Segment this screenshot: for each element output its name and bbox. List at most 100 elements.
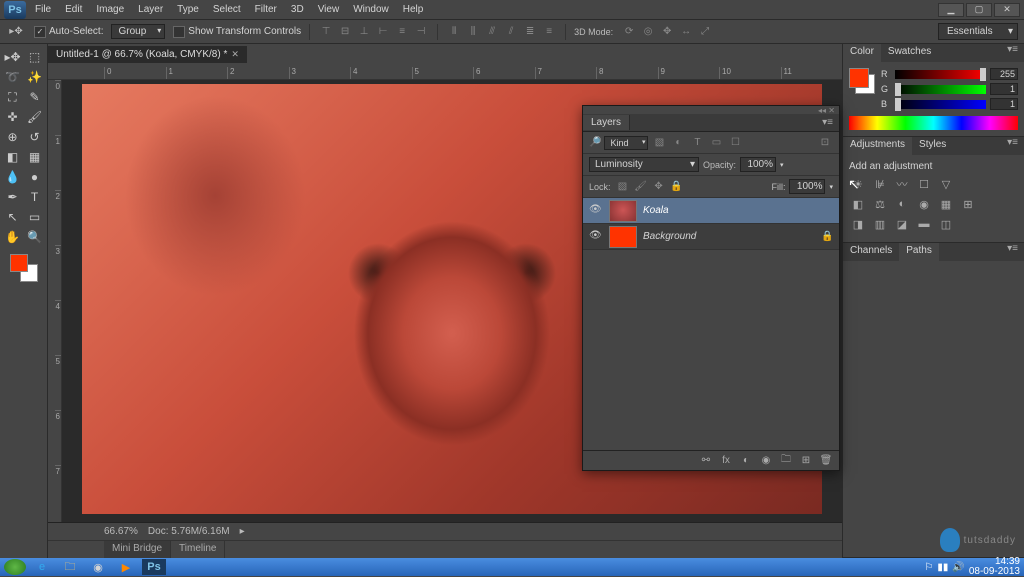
taskbar-explorer-icon[interactable]: 🗀: [58, 559, 82, 575]
menu-type[interactable]: Type: [170, 2, 206, 17]
adj-poster-icon[interactable]: ▥: [871, 216, 889, 232]
hand-tool[interactable]: ✋: [3, 228, 23, 246]
ruler-vertical[interactable]: 01234567: [48, 80, 62, 522]
taskbar-wmp-icon[interactable]: ▶: [114, 559, 138, 575]
tab-color[interactable]: Color: [843, 44, 881, 62]
tab-minibridge[interactable]: Mini Bridge: [104, 541, 171, 558]
doc-info-arrow[interactable]: ▸: [240, 526, 245, 537]
history-tool[interactable]: ↺: [25, 128, 45, 146]
tray-sound-icon[interactable]: 🔊: [952, 562, 964, 573]
distrib-4-icon[interactable]: ⫽: [503, 24, 519, 40]
group-icon[interactable]: 🗀: [779, 454, 793, 468]
panel-menu-icon[interactable]: ▾≡: [816, 117, 839, 128]
menu-window[interactable]: Window: [346, 2, 396, 17]
spectrum-bar[interactable]: [849, 116, 1018, 130]
adj-exposure-icon[interactable]: ☐: [915, 176, 933, 192]
menu-view[interactable]: View: [311, 2, 347, 17]
menu-layer[interactable]: Layer: [131, 2, 170, 17]
filter-pixel-icon[interactable]: ▧: [651, 135, 667, 151]
color-swatch[interactable]: [10, 254, 38, 282]
g-slider[interactable]: [895, 85, 986, 94]
doc-tab-active[interactable]: Untitled-1 @ 66.7% (Koala, CMYK/8) *✕: [48, 46, 247, 63]
filter-shape-icon[interactable]: ▭: [708, 135, 724, 151]
align-right-icon[interactable]: ⊣: [413, 24, 429, 40]
ruler-horizontal[interactable]: 01234567891011: [48, 64, 842, 80]
layer-thumb[interactable]: [609, 200, 637, 222]
adj-bw-icon[interactable]: ◐: [893, 196, 911, 212]
heal-tool[interactable]: ✜: [3, 108, 23, 126]
eyedropper-tool[interactable]: ✎: [25, 88, 45, 106]
fx-icon[interactable]: fx: [719, 454, 733, 468]
adj-levels-icon[interactable]: ⊯: [871, 176, 889, 192]
g-value[interactable]: 1: [990, 83, 1018, 95]
adj-mixer-icon[interactable]: ▦: [937, 196, 955, 212]
layer-thumb[interactable]: [609, 226, 637, 248]
lock-paint-icon[interactable]: 🖌: [633, 179, 649, 195]
adj-photo-icon[interactable]: ◉: [915, 196, 933, 212]
stamp-tool[interactable]: ⊕: [3, 128, 23, 146]
maximize-button[interactable]: ▢: [966, 3, 992, 17]
b-value[interactable]: 1: [990, 98, 1018, 110]
visibility-icon[interactable]: 👁: [589, 204, 603, 218]
taskbar-ps-icon[interactable]: Ps: [142, 559, 166, 575]
gradient-tool[interactable]: ▦: [25, 148, 45, 166]
adj-selective-icon[interactable]: ◫: [937, 216, 955, 232]
tab-adjustments[interactable]: Adjustments: [843, 137, 912, 155]
menu-3d[interactable]: 3D: [284, 2, 311, 17]
align-center-icon[interactable]: ≡: [394, 24, 410, 40]
align-top-icon[interactable]: ⊤: [318, 24, 334, 40]
show-transform-check[interactable]: Show Transform Controls: [173, 26, 301, 38]
menu-file[interactable]: File: [28, 2, 58, 17]
fill-adj-icon[interactable]: ◉: [759, 454, 773, 468]
dodge-tool[interactable]: ●: [25, 168, 45, 186]
workspace-select[interactable]: Essentials: [938, 23, 1018, 40]
distrib-3-icon[interactable]: ⫻: [484, 24, 500, 40]
tab-layers[interactable]: Layers: [583, 115, 630, 130]
tray-flag-icon[interactable]: ⚐: [924, 562, 933, 573]
panel-menu-icon[interactable]: ▾≡: [1001, 44, 1024, 62]
tab-paths[interactable]: Paths: [899, 243, 939, 261]
layer-name[interactable]: Background: [643, 231, 815, 242]
adj-hue-icon[interactable]: ◧: [849, 196, 867, 212]
taskbar-ie-icon[interactable]: e: [30, 559, 54, 575]
trash-icon[interactable]: 🗑: [819, 454, 833, 468]
zoom-tool[interactable]: 🔍: [25, 228, 45, 246]
blend-mode-select[interactable]: Luminosity: [589, 157, 699, 172]
mask-icon[interactable]: ◐: [739, 454, 753, 468]
3d-slide-icon[interactable]: ↔: [678, 24, 694, 40]
filter-toggle[interactable]: ⊡: [817, 135, 833, 151]
adj-threshold-icon[interactable]: ◪: [893, 216, 911, 232]
filter-adj-icon[interactable]: ◐: [670, 135, 686, 151]
lock-trans-icon[interactable]: ▧: [615, 179, 631, 195]
lasso-tool[interactable]: ➰: [3, 68, 23, 86]
tab-swatches[interactable]: Swatches: [881, 44, 938, 62]
link-layers-icon[interactable]: ⚯: [699, 454, 713, 468]
minimize-button[interactable]: ▁: [938, 3, 964, 17]
autoselect-select[interactable]: Group: [111, 24, 165, 39]
panel-menu-icon[interactable]: ▾≡: [1001, 243, 1024, 261]
tab-timeline[interactable]: Timeline: [171, 541, 225, 558]
filter-smart-icon[interactable]: ☐: [727, 135, 743, 151]
zoom-level[interactable]: 66.67%: [104, 526, 138, 537]
menu-filter[interactable]: Filter: [248, 2, 284, 17]
3d-pan-icon[interactable]: ✥: [659, 24, 675, 40]
3d-rotate-icon[interactable]: ⟳: [621, 24, 637, 40]
panel-menu-icon[interactable]: ▾≡: [1001, 137, 1024, 155]
path-tool[interactable]: ↖: [3, 208, 23, 226]
brush-tool[interactable]: 🖌: [25, 108, 45, 126]
align-bot-icon[interactable]: ⊥: [356, 24, 372, 40]
menu-select[interactable]: Select: [206, 2, 248, 17]
layer-row-1[interactable]: 👁Background🔒: [583, 224, 839, 250]
menu-image[interactable]: Image: [89, 2, 131, 17]
system-tray[interactable]: ⚐ ▮▮ 🔊 14:3908-09-2013: [924, 557, 1020, 577]
blur-tool[interactable]: 💧: [3, 168, 23, 186]
tab-styles[interactable]: Styles: [912, 137, 953, 155]
adj-gradmap-icon[interactable]: ▬: [915, 216, 933, 232]
distrib-1-icon[interactable]: ⫴: [446, 24, 462, 40]
layer-name[interactable]: Koala: [643, 205, 833, 216]
fill-input[interactable]: 100%: [789, 179, 825, 194]
tab-channels[interactable]: Channels: [843, 243, 899, 261]
start-button[interactable]: [4, 559, 26, 575]
adj-brightness-icon[interactable]: ☀: [849, 176, 867, 192]
color-swatches[interactable]: [849, 68, 875, 94]
